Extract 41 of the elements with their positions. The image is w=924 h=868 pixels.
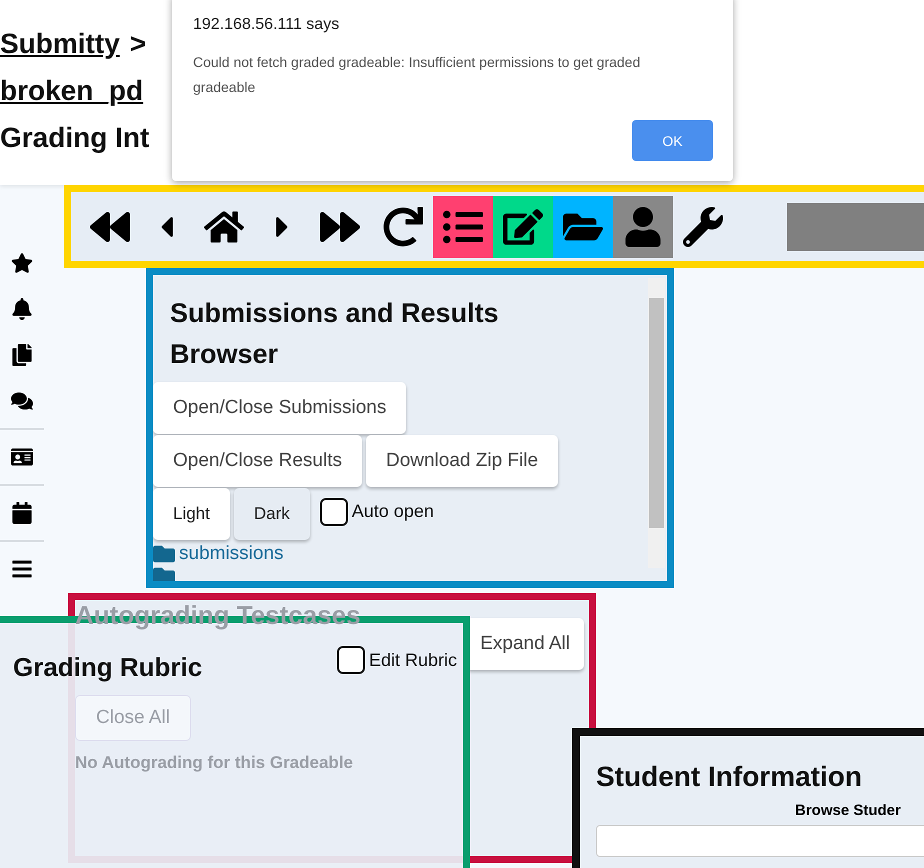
star-icon[interactable] (11, 252, 33, 274)
dialog-origin: 192.168.56.111 says (193, 16, 340, 34)
person-icon (623, 206, 663, 246)
breadcrumb-link[interactable]: broken_pd (0, 75, 144, 106)
wrench-icon (683, 206, 723, 246)
scrollbar[interactable] (648, 278, 665, 568)
checkbox[interactable] (336, 646, 365, 674)
menu-icon[interactable] (11, 558, 33, 580)
calendar-icon[interactable] (11, 502, 33, 524)
page-title: Grading Int (0, 122, 150, 153)
copy-icon[interactable] (11, 344, 33, 366)
panel-title: Grading Rubric (13, 651, 202, 684)
autograding-message: No Autograding for this Gradeable (75, 753, 353, 773)
dialog-message: Could not fetch graded gradeable: Insufficient permissions to get graded gradeable (193, 53, 642, 97)
folder-icon (153, 543, 175, 565)
toolbar-button[interactable] (433, 196, 493, 258)
edit-icon (503, 206, 543, 246)
panel-button[interactable]: Download Zip File (366, 435, 558, 487)
student-select-field[interactable] (596, 825, 924, 857)
toolbar-button[interactable] (613, 196, 673, 258)
panel-button[interactable]: Open/Close Results (153, 435, 362, 487)
toolbar-button[interactable] (493, 196, 553, 258)
toolbar-button[interactable] (553, 196, 613, 258)
bell-icon[interactable] (11, 298, 33, 320)
theme-button[interactable]: Dark (234, 488, 310, 540)
checkbox-label: Edit Rubric (368, 650, 457, 671)
breadcrumb-separator: > (130, 27, 146, 61)
theme-button[interactable]: Light (153, 488, 230, 540)
panel-button[interactable]: Open/Close Submissions (153, 382, 406, 434)
folder-icon (153, 565, 175, 581)
id-card-icon[interactable] (11, 446, 33, 468)
folder-link[interactable]: submissions (179, 543, 284, 565)
redo-icon (383, 206, 423, 246)
breadcrumb-link[interactable]: Submitty (0, 20, 120, 67)
panel-title: Student Information (596, 760, 863, 794)
panel-title: Submissions and Results Browser (170, 297, 500, 370)
chat-icon[interactable] (11, 390, 33, 412)
panel-title: Autograding Testcases (75, 600, 361, 631)
browse-label: Browse Studer (795, 802, 901, 819)
checkbox-label: Auto open (352, 501, 434, 522)
checkbox[interactable] (320, 498, 348, 526)
